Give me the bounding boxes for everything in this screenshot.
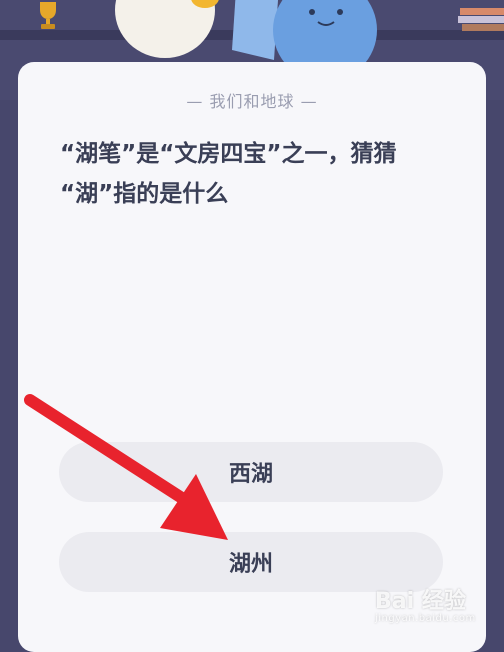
bird-mascot <box>115 0 219 58</box>
watermark-brand: Bai 经验 <box>375 589 466 614</box>
watermark-url: jingyan.baidu.com <box>375 613 476 624</box>
question-line-2: “湖”指的是什么 <box>60 181 229 207</box>
topic-label: — 我们和地球 — <box>186 92 318 111</box>
question-line-1: “湖笔”是“文房四宝”之一，猜猜 <box>60 141 397 167</box>
seal-mascot <box>232 0 377 70</box>
books-icon <box>458 8 504 31</box>
trophy-icon <box>40 2 56 29</box>
question-text: “湖笔”是“文房四宝”之一，猜猜 “湖”指的是什么 <box>60 134 460 214</box>
baidu-watermark: Bai 经验 jingyan.baidu.com <box>375 583 501 635</box>
answer-option-1[interactable]: 西湖 <box>59 442 443 502</box>
answer-option-1-label: 西湖 <box>228 462 273 487</box>
answer-option-2-label: 湖州 <box>228 552 273 577</box>
